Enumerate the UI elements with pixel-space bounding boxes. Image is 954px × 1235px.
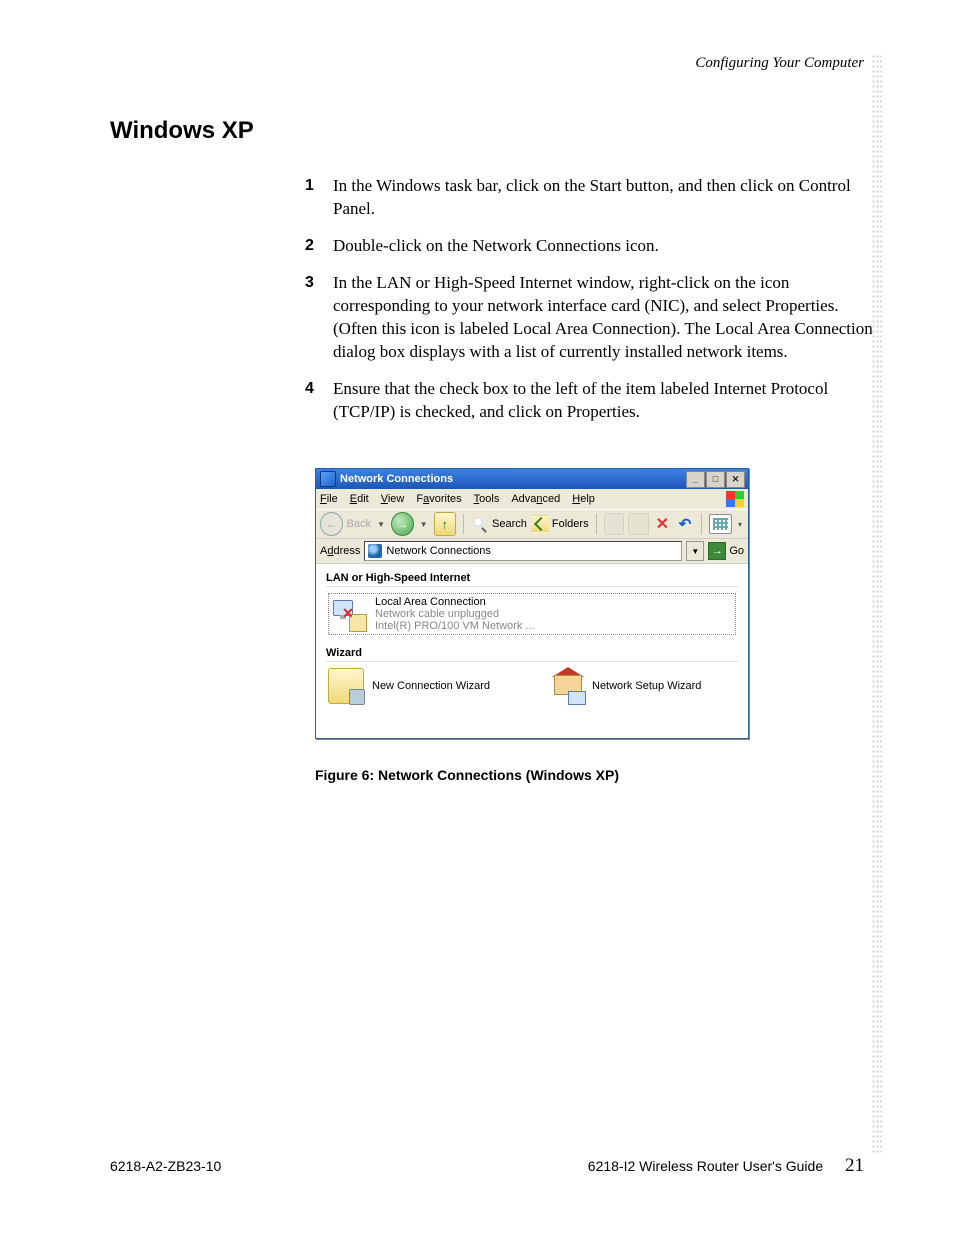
xp-window: Network Connections _ □ ✕ File Edit View… — [315, 468, 749, 739]
menu-favorites[interactable]: Favorites — [416, 493, 461, 505]
views-button[interactable] — [709, 514, 732, 534]
delete-button[interactable]: ✕ — [653, 514, 672, 534]
connection-icon: ✕ — [331, 596, 367, 632]
forward-dropdown-icon[interactable]: ▼ — [420, 520, 428, 529]
window-body: LAN or High-Speed Internet ✕ Local Area … — [316, 564, 748, 738]
move-to-button[interactable] — [604, 513, 625, 535]
network-setup-wizard-item[interactable]: Network Setup Wizard — [550, 668, 701, 704]
wizard-icon — [328, 668, 364, 704]
titlebar[interactable]: Network Connections _ □ ✕ — [316, 469, 748, 489]
folders-icon — [531, 515, 549, 533]
step-number: 4 — [305, 378, 314, 400]
connection-text: Local Area Connection Network cable unpl… — [375, 596, 535, 632]
new-connection-wizard-item[interactable]: New Connection Wizard — [328, 668, 490, 704]
search-label: Search — [492, 518, 527, 530]
step-text: In the Windows task bar, click on the St… — [333, 176, 851, 218]
go-label: Go — [729, 545, 744, 557]
maximize-button[interactable]: □ — [706, 471, 725, 488]
wizard-row: New Connection Wizard Network Setup Wiza… — [328, 668, 736, 704]
copy-to-button[interactable] — [628, 513, 649, 535]
connection-device: Intel(R) PRO/100 VM Network ... — [375, 620, 535, 632]
toolbar: ← Back ▼ → ▼ ↑ Search Folders ✕ — [316, 509, 748, 539]
undo-button[interactable]: ↶ — [676, 514, 695, 534]
separator-icon — [596, 514, 597, 534]
folders-button[interactable]: Folders — [531, 515, 589, 533]
connection-title: Local Area Connection — [375, 596, 535, 608]
windows-logo-icon — [726, 491, 744, 507]
step-1: 1 In the Windows task bar, click on the … — [305, 175, 874, 221]
search-button[interactable]: Search — [471, 515, 527, 533]
menu-tools[interactable]: Tools — [474, 493, 500, 505]
connection-status: Network cable unplugged — [375, 608, 535, 620]
doc-title-right: 6218-I2 Wireless Router User's Guide 21 — [588, 1155, 864, 1177]
search-icon — [471, 515, 489, 533]
group-wizard-heading: Wizard — [326, 645, 738, 662]
wizard-label: New Connection Wizard — [372, 680, 490, 692]
group-lan-heading: LAN or High-Speed Internet — [326, 570, 738, 587]
menu-help[interactable]: Help — [572, 493, 595, 505]
page-number: 21 — [845, 1155, 864, 1176]
address-value: Network Connections — [386, 545, 491, 557]
figure: Network Connections _ □ ✕ File Edit View… — [315, 468, 874, 783]
step-number: 1 — [305, 175, 314, 197]
address-label: Address — [320, 545, 360, 557]
page-footer: 6218-A2-ZB23-10 6218-I2 Wireless Router … — [110, 1155, 864, 1177]
go-button[interactable]: → Go — [708, 542, 744, 560]
up-button[interactable]: ↑ — [434, 512, 457, 536]
house-icon — [550, 669, 584, 703]
views-dropdown-icon[interactable]: ▾ — [738, 520, 742, 529]
step-text: Double-click on the Network Connections … — [333, 236, 659, 255]
wizard-label: Network Setup Wizard — [592, 680, 701, 692]
menu-file[interactable]: File — [320, 493, 338, 505]
step-text: In the LAN or High-Speed Internet window… — [333, 273, 873, 361]
menu-edit[interactable]: Edit — [350, 493, 369, 505]
address-bar: Address Network Connections ▼ → Go — [316, 539, 748, 564]
menu-view[interactable]: View — [381, 493, 405, 505]
window-title: Network Connections — [340, 473, 453, 485]
app-icon — [320, 471, 336, 487]
minimize-button[interactable]: _ — [686, 471, 705, 488]
network-connections-icon — [368, 544, 382, 558]
section-heading: Windows XP — [110, 117, 874, 145]
address-dropdown-button[interactable]: ▼ — [686, 541, 704, 561]
step-number: 2 — [305, 235, 314, 257]
running-header: Configuring Your Computer — [110, 55, 864, 72]
steps-list: 1 In the Windows task bar, click on the … — [305, 175, 874, 423]
back-button[interactable]: ← — [320, 512, 343, 536]
local-area-connection-item[interactable]: ✕ Local Area Connection Network cable un… — [328, 593, 736, 635]
step-2: 2 Double-click on the Network Connection… — [305, 235, 874, 258]
forward-button[interactable]: → — [391, 512, 414, 536]
step-text: Ensure that the check box to the left of… — [333, 379, 828, 421]
menubar: File Edit View Favorites Tools Advanced … — [316, 489, 748, 509]
step-number: 3 — [305, 272, 314, 294]
separator-icon — [701, 514, 702, 534]
figure-caption: Figure 6: Network Connections (Windows X… — [315, 767, 874, 783]
address-input[interactable]: Network Connections — [364, 541, 682, 561]
go-icon: → — [708, 542, 726, 560]
back-label: Back — [347, 518, 371, 530]
menu-advanced[interactable]: Advanced — [511, 493, 560, 505]
folders-label: Folders — [552, 518, 589, 530]
back-dropdown-icon[interactable]: ▼ — [377, 520, 385, 529]
step-4: 4 Ensure that the check box to the left … — [305, 378, 874, 424]
separator-icon — [463, 514, 464, 534]
close-button[interactable]: ✕ — [726, 471, 745, 488]
doc-id: 6218-A2-ZB23-10 — [110, 1158, 221, 1174]
step-3: 3 In the LAN or High-Speed Internet wind… — [305, 272, 874, 364]
